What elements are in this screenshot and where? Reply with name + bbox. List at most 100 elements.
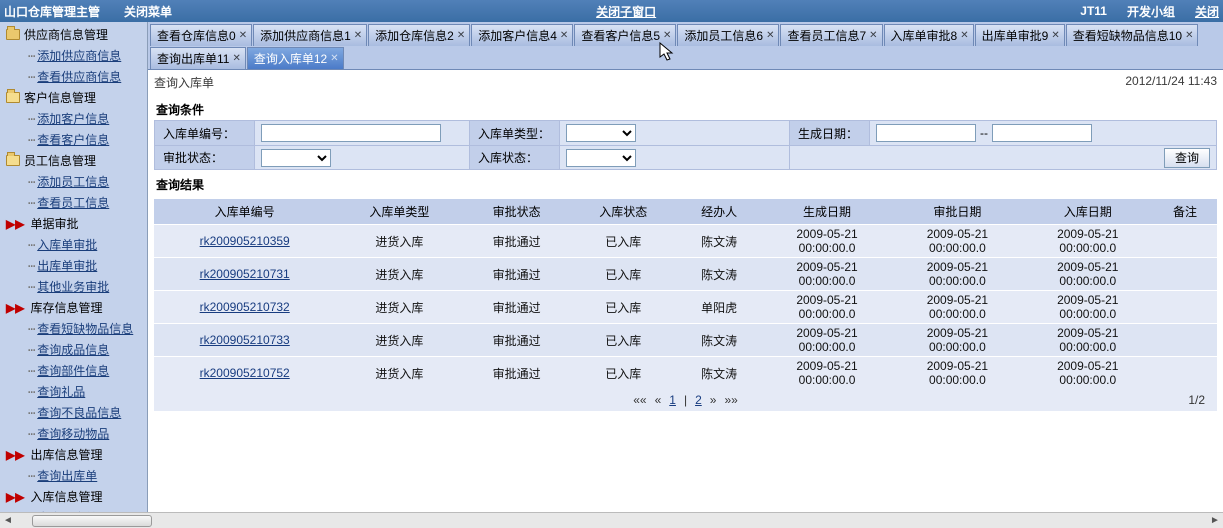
scroll-thumb[interactable] [32, 515, 152, 527]
date-to-input[interactable] [992, 124, 1092, 142]
tab[interactable]: 查询出库单11✕ [150, 47, 246, 69]
pager-prev[interactable]: « [655, 393, 662, 407]
sidebar-item[interactable]: ⋯查询部件信息 [0, 360, 147, 381]
tab[interactable]: 添加员工信息6✕ [677, 24, 779, 46]
sidebar-item[interactable]: ▶▶库存信息管理 [0, 297, 147, 318]
sidebar-item[interactable]: ⋯查看员工信息 [0, 192, 147, 213]
sidebar-label: 单据审批 [30, 215, 78, 232]
sidebar-link[interactable]: 添加客户信息 [37, 110, 109, 127]
sidebar-item[interactable]: ⋯查看供应商信息 [0, 66, 147, 87]
sidebar-item[interactable]: ▶▶入库信息管理 [0, 486, 147, 507]
sidebar-item[interactable]: 客户信息管理 [0, 87, 147, 108]
sidebar-link[interactable]: 查看短缺物品信息 [37, 320, 133, 337]
sidebar-item[interactable]: ⋯查看客户信息 [0, 129, 147, 150]
sidebar-item[interactable]: ⋯添加员工信息 [0, 171, 147, 192]
close-subwindow-link[interactable]: 关闭子窗口 [596, 5, 656, 19]
tab[interactable]: 添加仓库信息2✕ [368, 24, 470, 46]
sidebar-item[interactable]: ⋯ 查询成品信息 [0, 339, 147, 360]
tab-bar: 查看仓库信息0✕添加供应商信息1✕添加仓库信息2✕添加客户信息4✕查看客户信息5… [148, 22, 1223, 70]
row-id-link[interactable]: rk200905210752 [200, 366, 290, 380]
scroll-right-arrow[interactable]: ► [1207, 514, 1223, 528]
close-icon[interactable]: ✕ [1185, 30, 1193, 41]
sidebar-link[interactable]: 查看供应商信息 [37, 68, 121, 85]
in-select[interactable] [566, 149, 636, 167]
approve-select[interactable] [261, 149, 331, 167]
close-icon[interactable]: ✕ [869, 30, 877, 41]
close-icon[interactable]: ✕ [330, 53, 338, 64]
sidebar-item[interactable]: ▶▶出库信息管理 [0, 444, 147, 465]
tab[interactable]: 查看员工信息7✕ [780, 24, 882, 46]
id-input[interactable] [261, 124, 441, 142]
sidebar-item[interactable]: ⋯入库单审批 [0, 234, 147, 255]
row-id-link[interactable]: rk200905210733 [200, 333, 290, 347]
sidebar-item[interactable]: ⋯查询不良品信息 [0, 402, 147, 423]
query-conditions: 入库单编号： 入库单类型： 生成日期： -- 审批状态： 入库状态： [154, 120, 1217, 170]
sidebar-link[interactable]: 查看客户信息 [37, 131, 109, 148]
close-icon[interactable]: ✕ [560, 30, 568, 41]
cell [1153, 324, 1217, 357]
close-link[interactable]: 关闭 [1195, 3, 1219, 20]
search-button[interactable]: 查询 [1164, 148, 1210, 168]
close-icon[interactable]: ✕ [1051, 30, 1059, 41]
sidebar-item[interactable]: 供应商信息管理 [0, 24, 147, 45]
close-icon[interactable]: ✕ [960, 30, 968, 41]
row-id-link[interactable]: rk200905210731 [200, 267, 290, 281]
tab[interactable]: 查看仓库信息0✕ [150, 24, 252, 46]
cell: 2009-05-2100:00:00.0 [762, 324, 892, 357]
sidebar-item[interactable]: ⋯查询礼品 [0, 381, 147, 402]
tree-connector: ⋯ [28, 343, 33, 357]
row-id-link[interactable]: rk200905210359 [200, 234, 290, 248]
close-icon[interactable]: ✕ [232, 53, 240, 64]
cell: 审批通过 [463, 291, 570, 324]
sidebar-link[interactable]: 查询出库单 [37, 467, 97, 484]
tab[interactable]: 查询入库单12✕ [247, 47, 344, 69]
sidebar-link[interactable]: 查询移动物品 [37, 425, 109, 442]
close-icon[interactable]: ✕ [766, 30, 774, 41]
sidebar-link[interactable]: 查询部件信息 [37, 362, 109, 379]
tab[interactable]: 入库单审批8✕ [884, 24, 974, 46]
tab[interactable]: 出库单审批9✕ [975, 24, 1065, 46]
sidebar-item[interactable]: ⋯添加客户信息 [0, 108, 147, 129]
pager-page-1[interactable]: 1 [669, 393, 676, 407]
row-id-link[interactable]: rk200905210732 [200, 300, 290, 314]
pager-next[interactable]: » [710, 393, 717, 407]
pager-last[interactable]: »» [724, 393, 737, 407]
tab[interactable]: 添加供应商信息1✕ [253, 24, 367, 46]
column-header: 备注 [1153, 199, 1217, 225]
close-icon[interactable]: ✕ [239, 30, 247, 41]
sidebar-link[interactable]: 其他业务审批 [37, 278, 109, 295]
sidebar-item[interactable]: ▶▶单据审批 [0, 213, 147, 234]
pager-page-2[interactable]: 2 [695, 393, 702, 407]
cell: rk200905210359 [154, 225, 335, 258]
close-icon[interactable]: ✕ [663, 30, 671, 41]
close-icon[interactable]: ✕ [354, 30, 362, 41]
tab[interactable]: 添加客户信息4✕ [471, 24, 573, 46]
sidebar-item[interactable]: ⋯其他业务审批 [0, 276, 147, 297]
sidebar-item[interactable]: ⋯查询移动物品 [0, 423, 147, 444]
sidebar-link[interactable]: 查询不良品信息 [37, 404, 121, 421]
sidebar-link[interactable]: 添加供应商信息 [37, 47, 121, 64]
pager-first[interactable]: «« [633, 393, 646, 407]
sidebar-link[interactable]: 入库单审批 [37, 236, 97, 253]
sidebar-link[interactable]: 查询礼品 [37, 383, 85, 400]
sidebar-link[interactable]: 查看员工信息 [37, 194, 109, 211]
sidebar-link[interactable]: 查询成品信息 [37, 341, 109, 358]
h-scrollbar[interactable]: ◄ ► [0, 512, 1223, 528]
cell: 已入库 [570, 357, 677, 390]
tab[interactable]: 查看短缺物品信息10✕ [1066, 24, 1199, 46]
date-from-input[interactable] [876, 124, 976, 142]
sidebar-item[interactable]: ⋯出库单审批 [0, 255, 147, 276]
sidebar-item[interactable]: ⋯查看短缺物品信息 [0, 318, 147, 339]
menu-close[interactable]: 关闭菜单 [124, 3, 172, 20]
column-header: 经办人 [677, 199, 762, 225]
sidebar-item[interactable]: ⋯查询出库单 [0, 465, 147, 486]
type-select[interactable] [566, 124, 636, 142]
sidebar-link[interactable]: 添加员工信息 [37, 173, 109, 190]
tab[interactable]: 查看客户信息5✕ [574, 24, 676, 46]
tab-label: 查询出库单11 [157, 50, 229, 67]
sidebar-item[interactable]: ⋯添加供应商信息 [0, 45, 147, 66]
close-icon[interactable]: ✕ [457, 30, 465, 41]
sidebar-item[interactable]: 员工信息管理 [0, 150, 147, 171]
sidebar-link[interactable]: 出库单审批 [37, 257, 97, 274]
scroll-left-arrow[interactable]: ◄ [0, 514, 16, 528]
